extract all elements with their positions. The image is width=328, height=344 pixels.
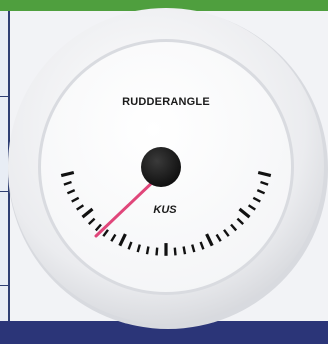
gauge-tick: [155, 247, 159, 256]
gauge-hub: [141, 147, 181, 187]
gauge-tick: [182, 246, 187, 255]
gauge-tick: [145, 246, 150, 255]
gauge-brand-logo: KUS: [153, 204, 177, 216]
gauge-title: RUDDERANGLE: [122, 96, 210, 108]
rudder-angle-gauge: [8, 8, 328, 329]
gauge-tick: [173, 247, 177, 256]
